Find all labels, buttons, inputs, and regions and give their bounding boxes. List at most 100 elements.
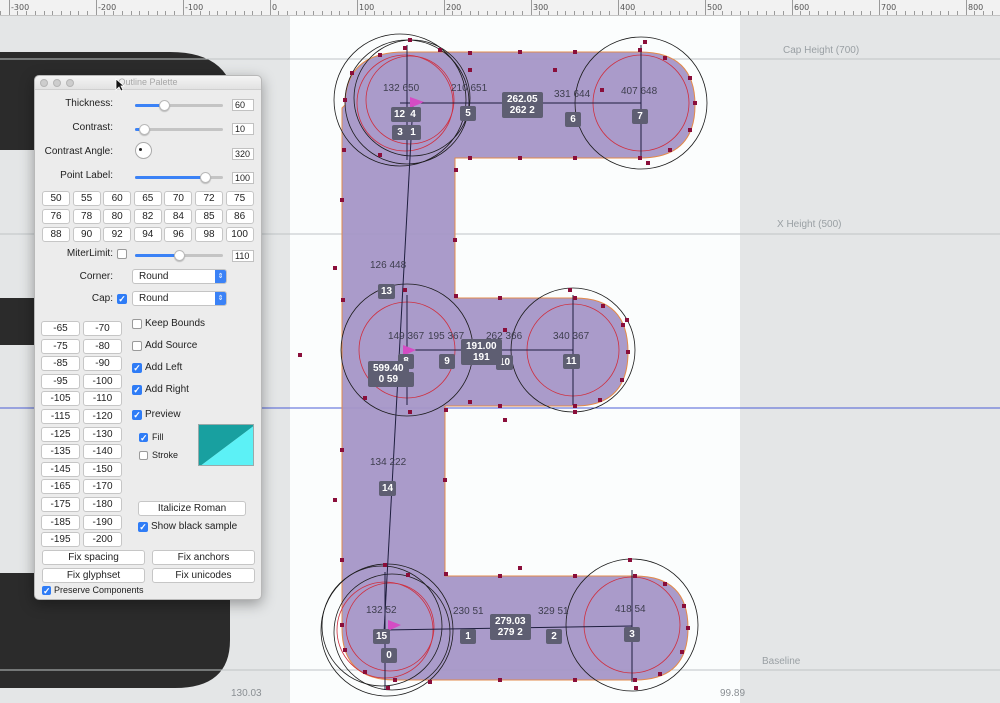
outline-node[interactable] — [573, 678, 577, 682]
outline-node[interactable] — [408, 38, 412, 42]
offset-button[interactable]: -165 — [41, 479, 80, 495]
node-badge[interactable]: 9 — [439, 354, 455, 369]
preview-color-swatch[interactable] — [198, 424, 254, 466]
thickness-preset-button[interactable]: 85 — [195, 209, 223, 224]
outline-node[interactable] — [625, 318, 629, 322]
outline-node[interactable] — [343, 648, 347, 652]
outline-node[interactable] — [468, 68, 472, 72]
outline-node[interactable] — [453, 238, 457, 242]
outline-node[interactable] — [688, 76, 692, 80]
offset-button[interactable]: -130 — [83, 426, 122, 442]
outline-node[interactable] — [341, 298, 345, 302]
outline-node[interactable] — [628, 558, 632, 562]
outline-node[interactable] — [498, 574, 502, 578]
outline-node[interactable] — [443, 478, 447, 482]
outline-node[interactable] — [688, 128, 692, 132]
outline-node[interactable] — [568, 288, 572, 292]
offset-button[interactable]: -195 — [41, 532, 80, 548]
outline-node[interactable] — [686, 626, 690, 630]
fix-anchors-button[interactable]: Fix anchors — [152, 550, 255, 565]
outline-node[interactable] — [601, 304, 605, 308]
outline-node[interactable] — [621, 323, 625, 327]
outline-node[interactable] — [468, 400, 472, 404]
node-badge[interactable]: 13 — [378, 284, 396, 299]
fix-unicodes-button[interactable]: Fix unicodes — [152, 568, 255, 583]
outline-node[interactable] — [298, 353, 302, 357]
palette-titlebar[interactable]: Outline Palette — [35, 76, 261, 90]
thickness-preset-button[interactable]: 55 — [72, 191, 101, 206]
outline-node[interactable] — [682, 604, 686, 608]
point-label-field[interactable]: 100 — [232, 172, 254, 184]
offset-button[interactable]: -110 — [83, 391, 122, 407]
thickness-preset-button[interactable]: 98 — [195, 227, 223, 242]
outline-node[interactable] — [573, 404, 577, 408]
thickness-preset-button[interactable]: 76 — [42, 209, 70, 224]
option-checkbox[interactable]: ✓ — [132, 410, 142, 420]
contrast-field[interactable]: 10 — [232, 123, 254, 135]
thickness-preset-button[interactable]: 92 — [103, 227, 132, 242]
outline-node[interactable] — [663, 582, 667, 586]
outline-node[interactable] — [638, 156, 642, 160]
node-badge[interactable]: 2 — [546, 629, 562, 644]
node-badge[interactable]: 4 — [405, 107, 421, 122]
outline-node[interactable] — [573, 410, 577, 414]
thickness-preset-button[interactable]: 100 — [225, 227, 254, 242]
outline-node[interactable] — [693, 101, 697, 105]
cap-checkbox[interactable]: ✓ — [117, 294, 127, 304]
thickness-preset-button[interactable]: 80 — [103, 209, 132, 224]
cap-select[interactable]: Round ⇕ — [132, 291, 227, 306]
outline-node[interactable] — [438, 48, 442, 52]
node-badge[interactable]: 0 — [381, 648, 397, 663]
option-checkbox[interactable] — [132, 341, 142, 351]
outline-node[interactable] — [573, 50, 577, 54]
outline-node[interactable] — [340, 198, 344, 202]
outline-palette-window[interactable]: Outline Palette Thickness: 60 Contrast: … — [34, 75, 262, 600]
stroke-checkbox[interactable] — [139, 451, 148, 460]
outline-node[interactable] — [518, 156, 522, 160]
miter-limit-checkbox[interactable] — [117, 249, 127, 259]
thickness-preset-button[interactable]: 60 — [103, 191, 132, 206]
outline-node[interactable] — [668, 148, 672, 152]
offset-button[interactable]: -115 — [41, 409, 80, 424]
offset-button[interactable]: -75 — [41, 338, 80, 354]
offset-button[interactable]: -80 — [83, 338, 122, 354]
offset-button[interactable]: -65 — [41, 321, 80, 336]
offset-button[interactable]: -150 — [83, 461, 122, 477]
outline-node[interactable] — [468, 51, 472, 55]
outline-node[interactable] — [403, 288, 407, 292]
outline-node[interactable] — [454, 168, 458, 172]
outline-node[interactable] — [340, 448, 344, 452]
miter-limit-field[interactable]: 110 — [232, 250, 254, 262]
option-checkbox[interactable] — [132, 319, 142, 329]
thickness-preset-button[interactable]: 88 — [42, 227, 70, 242]
offset-button[interactable]: -175 — [41, 497, 80, 512]
outline-node[interactable] — [342, 148, 346, 152]
outline-node[interactable] — [626, 350, 630, 354]
offset-button[interactable]: -135 — [41, 444, 80, 460]
thickness-preset-button[interactable]: 70 — [164, 191, 193, 206]
miter-limit-slider-knob[interactable] — [174, 250, 185, 261]
thickness-preset-button[interactable]: 75 — [225, 191, 254, 206]
node-badge[interactable]: 15 — [373, 629, 391, 644]
node-badge[interactable]: 3 — [624, 627, 640, 642]
outline-node[interactable] — [573, 296, 577, 300]
outline-node[interactable] — [643, 40, 647, 44]
outline-node[interactable] — [553, 68, 557, 72]
thickness-preset-button[interactable]: 82 — [133, 209, 162, 224]
offset-button[interactable]: -70 — [83, 321, 122, 336]
outline-node[interactable] — [333, 498, 337, 502]
outline-node[interactable] — [638, 48, 642, 52]
offset-button[interactable]: -85 — [41, 356, 80, 372]
outline-node[interactable] — [350, 71, 354, 75]
thickness-preset-button[interactable]: 96 — [164, 227, 193, 242]
outline-node[interactable] — [658, 672, 662, 676]
contrast-angle-field[interactable]: 320 — [232, 148, 254, 160]
outline-node[interactable] — [518, 50, 522, 54]
outline-node[interactable] — [378, 153, 382, 157]
outline-node[interactable] — [363, 670, 367, 674]
outline-node[interactable] — [620, 378, 624, 382]
option-checkbox[interactable]: ✓ — [132, 363, 142, 373]
outline-node[interactable] — [428, 680, 432, 684]
node-badge[interactable]: 5 — [460, 106, 476, 121]
outline-node[interactable] — [598, 398, 602, 402]
